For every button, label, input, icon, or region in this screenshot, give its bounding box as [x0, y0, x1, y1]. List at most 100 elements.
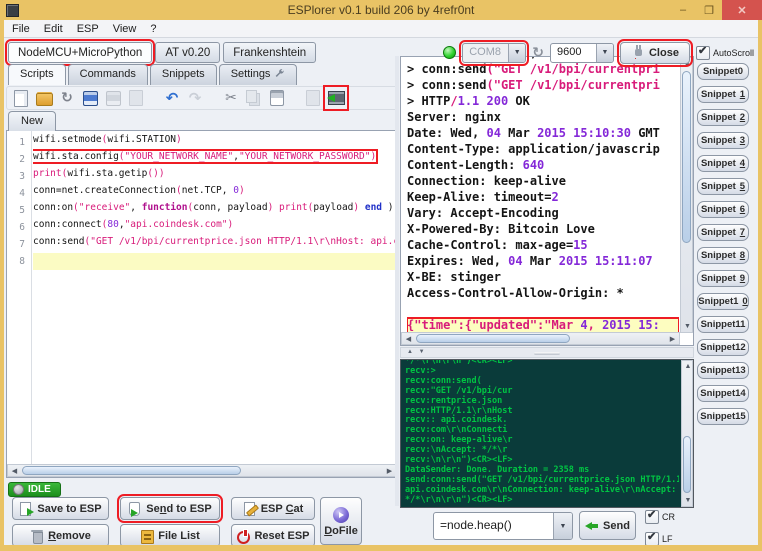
menu-view[interactable]: View: [113, 23, 137, 35]
cr-checkbox[interactable]: [645, 510, 659, 524]
baud-rate-value: 9600: [551, 44, 596, 62]
snippet-button-snippet10[interactable]: Snippet10: [697, 293, 749, 310]
file-tab-bar: New: [8, 111, 56, 131]
line-number: 5: [7, 202, 31, 219]
code-line: conn=net.createConnection(net.TCP, 0): [33, 185, 397, 202]
firmware-tab-at-v0-20[interactable]: AT v0.20: [155, 42, 220, 63]
code-text: conn:send("GET /v1/bpi/currentprice.json…: [33, 236, 397, 247]
snippet-button-snippet1[interactable]: Snippet1: [697, 86, 749, 103]
snippet-button-snippet14[interactable]: Snippet14: [697, 385, 749, 402]
monitor-vscrollbar[interactable]: ▲ ▼: [681, 360, 693, 507]
cut-icon[interactable]: [221, 88, 241, 108]
firmware-tab-frankenshtein[interactable]: Frankenshtein: [223, 42, 316, 63]
reset-esp-button[interactable]: Reset ESP: [231, 524, 315, 545]
snippet-button-snippet0[interactable]: Snippet0: [697, 63, 749, 80]
scroll-left-icon[interactable]: ◀: [8, 466, 21, 477]
firmware-tab-bar: NodeMCU+MicroPythonAT v0.20Frankenshtein: [8, 42, 316, 63]
minimize-button[interactable]: –: [670, 0, 696, 20]
terminal-line: Connection: keep-alive: [407, 174, 679, 190]
snippet-button-snippet5[interactable]: Snippet5: [697, 178, 749, 195]
scroll-down-icon[interactable]: ▼: [681, 321, 694, 332]
file-list-button[interactable]: File List: [120, 524, 220, 545]
scroll-left-icon[interactable]: ◀: [402, 334, 415, 345]
snippet-button-snippet8[interactable]: Snippet8: [697, 247, 749, 264]
snippet-button-snippet6[interactable]: Snippet6: [697, 201, 749, 218]
maximize-button[interactable]: ❐: [696, 0, 722, 20]
code-line: [33, 253, 397, 270]
chevron-down-icon[interactable]: ▼: [508, 44, 525, 62]
menu-edit[interactable]: Edit: [44, 23, 63, 35]
code-text: conn:connect(80,"api.coindesk.com"): [33, 219, 233, 230]
dofile-button[interactable]: DoFile: [320, 497, 362, 545]
firmware-tab-nodemcu-micropython[interactable]: NodeMCU+MicroPython: [8, 42, 152, 63]
tab-settings[interactable]: Settings: [219, 64, 298, 85]
menu-esp[interactable]: ESP: [77, 23, 99, 35]
lf-checkbox[interactable]: [645, 532, 659, 545]
undo-icon[interactable]: [162, 88, 182, 108]
terminal-line: Vary: Accept-Encoding: [407, 206, 679, 222]
send-line-to-esp-icon[interactable]: [326, 88, 346, 108]
serial-terminal: > conn:connect(80,"api.coindesk.com")> c…: [400, 56, 694, 346]
splitter-arrows-icon[interactable]: ▲ ▼: [407, 349, 427, 355]
command-value[interactable]: =node.heap(): [434, 513, 553, 539]
snippet-button-snippet3[interactable]: Snippet3: [697, 132, 749, 149]
terminal-splitter[interactable]: ▲ ▼: [400, 347, 694, 358]
scroll-down-icon[interactable]: ▼: [682, 495, 694, 506]
autoscroll-checkbox[interactable]: [696, 46, 710, 60]
send-command-button[interactable]: Send: [579, 511, 636, 540]
panel-splitter[interactable]: [395, 56, 399, 506]
splitter-grip[interactable]: [534, 352, 560, 355]
open-file-icon[interactable]: [34, 88, 54, 108]
save-as-icon: [103, 88, 123, 108]
editor-hscrollbar[interactable]: ◀ ▶: [7, 464, 397, 477]
com-port-select[interactable]: COM8 ▼: [462, 43, 526, 63]
terminal-output: > conn:connect(80,"api.coindesk.com")> c…: [407, 57, 679, 332]
close-window-button[interactable]: ✕: [722, 0, 762, 20]
command-input[interactable]: =node.heap() ▼: [433, 512, 573, 540]
reload-icon[interactable]: [57, 88, 77, 108]
snippet-button-snippet11[interactable]: Snippet11: [697, 316, 749, 333]
code-editor[interactable]: 12345678 wifi.setmode(wifi.STATION)wifi.…: [6, 130, 398, 478]
window-title: ESPlorer v0.1 build 206 by 4refr0nt: [0, 3, 762, 17]
terminal-line: X-Powered-By: Bitcoin Love: [407, 222, 679, 238]
esp-cat-button[interactable]: ESP Cat: [231, 497, 315, 520]
snippet-button-snippet4[interactable]: Snippet4: [697, 155, 749, 172]
terminal-hscrollbar[interactable]: ◀ ▶: [401, 332, 680, 345]
scroll-up-icon[interactable]: ▲: [682, 361, 694, 372]
close-port-button[interactable]: Close: [620, 42, 690, 64]
code-area[interactable]: wifi.setmode(wifi.STATION)wifi.sta.confi…: [33, 131, 397, 464]
save-to-esp-button[interactable]: Save to ESP: [12, 497, 109, 520]
scroll-right-icon[interactable]: ▶: [666, 334, 679, 345]
menu-file[interactable]: File: [12, 23, 30, 35]
autoscroll-label: AutoScroll: [713, 48, 754, 58]
terminal-line: Access-Control-Allow-Origin: *: [407, 286, 679, 302]
file-tab-new[interactable]: New: [8, 111, 56, 131]
snippet-button-snippet2[interactable]: Snippet2: [697, 109, 749, 126]
snippet-button-snippet15[interactable]: Snippet15: [697, 408, 749, 425]
tab-commands[interactable]: Commands: [68, 64, 148, 85]
snippet-button-snippet12[interactable]: Snippet12: [697, 339, 749, 356]
wrench-icon: [274, 68, 285, 82]
chevron-down-icon[interactable]: ▼: [596, 44, 613, 62]
save-icon[interactable]: [80, 88, 100, 108]
terminal-line: X-BE: stinger: [407, 270, 679, 286]
tab-snippets[interactable]: Snippets: [150, 64, 217, 85]
menu-help[interactable]: ?: [150, 23, 156, 35]
snippet-button-snippet7[interactable]: Snippet7: [697, 224, 749, 241]
snippet-button-column: Snippet0 Snippet1 Snippet2 Snippet3 Snippet4…: [697, 61, 749, 429]
remove-button[interactable]: Remove: [12, 524, 109, 545]
terminal-line: Server: nginx: [407, 110, 679, 126]
run-line-icon: [303, 88, 323, 108]
chevron-down-icon[interactable]: ▼: [553, 513, 572, 539]
snippet-button-snippet13[interactable]: Snippet13: [697, 362, 749, 379]
tab-scripts[interactable]: Scripts: [8, 64, 66, 85]
snippet-button-snippet9[interactable]: Snippet9: [697, 270, 749, 287]
send-to-esp-button[interactable]: Send to ESP: [120, 497, 220, 520]
paste-icon[interactable]: [267, 88, 287, 108]
code-line: conn:connect(80,"api.coindesk.com"): [33, 219, 397, 236]
baud-rate-select[interactable]: 9600 ▼: [550, 43, 614, 63]
new-file-icon[interactable]: [11, 88, 31, 108]
refresh-ports-icon[interactable]: ↻: [532, 46, 544, 60]
terminal-line: {"time":{"updated":"Mar 4, 2015 15:: [407, 318, 679, 332]
terminal-vscrollbar[interactable]: ▲ ▼: [680, 57, 693, 333]
